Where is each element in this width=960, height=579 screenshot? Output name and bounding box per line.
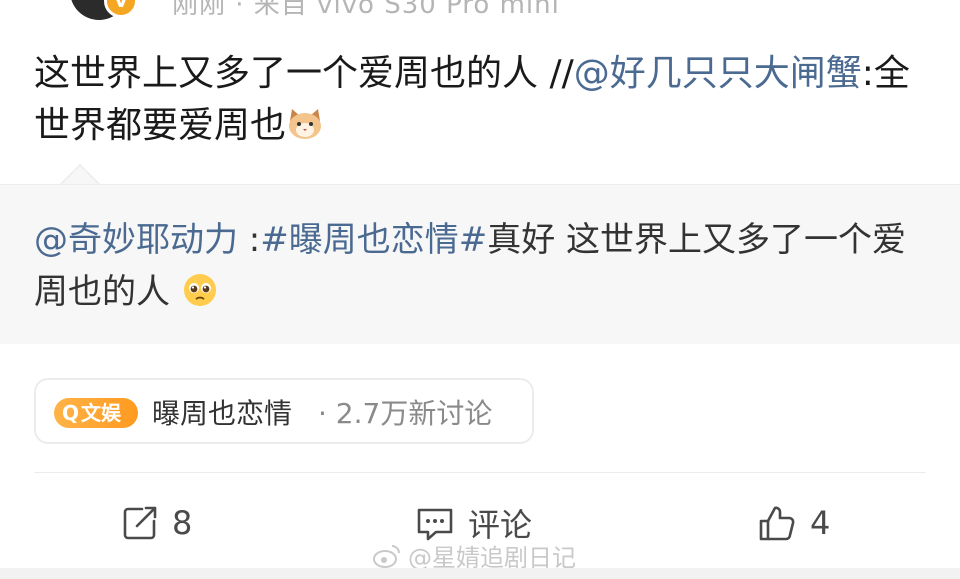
cat-face-icon bbox=[289, 109, 322, 139]
bottom-strip bbox=[0, 568, 960, 579]
quote-separator: : bbox=[238, 220, 261, 260]
repost-button[interactable]: 8 bbox=[120, 500, 192, 546]
post-meta: 刚刚 · 来自 vivo S30 Pro mini bbox=[172, 0, 560, 20]
search-icon: Q bbox=[62, 401, 80, 425]
topic-count: · 2.7万新讨论 bbox=[318, 397, 493, 430]
quoted-post-text: @奇妙耶动力 :#曝周也恋情#真好 这世界上又多了一个爱周也的人 bbox=[34, 214, 934, 318]
topic-badge: Q 文娱 bbox=[54, 398, 138, 428]
comment-icon bbox=[417, 508, 453, 541]
mention-link[interactable]: @好几只只大闸蟹 bbox=[574, 53, 862, 94]
post-text-main: 这世界上又多了一个爱周也的人 // bbox=[34, 53, 574, 94]
topic-badge-label: 文娱 bbox=[81, 401, 122, 425]
thumbs-up-icon bbox=[759, 506, 795, 541]
topic-name: 曝周也恋情 bbox=[152, 397, 293, 430]
weibo-logo-icon bbox=[373, 544, 400, 568]
like-count: 4 bbox=[810, 504, 831, 542]
topic-card[interactable]: Q 文娱 曝周也恋情 · 2.7万新讨论 bbox=[34, 378, 534, 444]
repost-icon bbox=[123, 506, 157, 540]
post-body: 这世界上又多了一个爱周也的人 //@好几只只大闸蟹:全世界都要爱周也 bbox=[34, 48, 934, 152]
repost-count: 8 bbox=[172, 504, 193, 542]
post-header: v 刚刚 · 来自 vivo S30 Pro mini bbox=[0, 0, 960, 20]
divider bbox=[34, 472, 926, 473]
hashtag-link[interactable]: #曝周也恋情# bbox=[260, 220, 487, 260]
pleading-face-icon bbox=[183, 274, 216, 306]
like-button[interactable]: 4 bbox=[756, 500, 830, 546]
quote-author-link[interactable]: @奇妙耶动力 bbox=[34, 220, 238, 260]
